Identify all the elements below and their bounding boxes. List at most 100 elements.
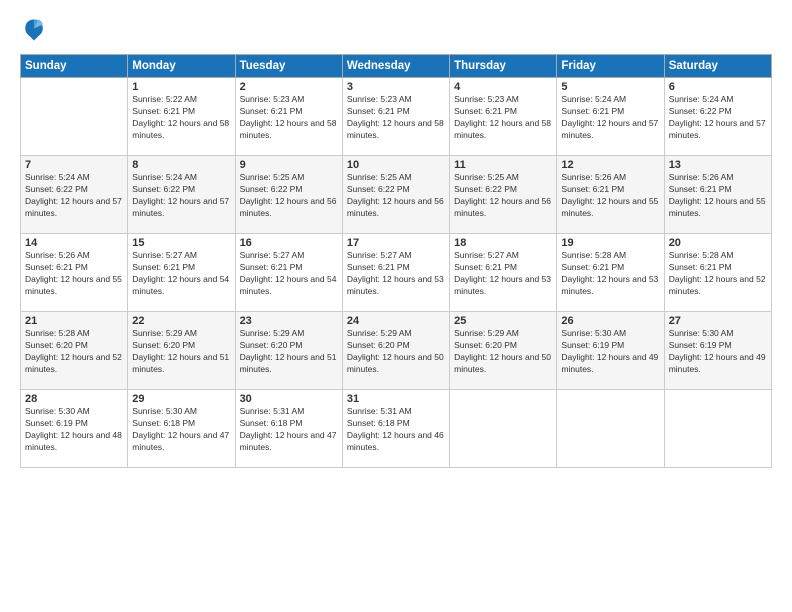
day-number: 7 [25, 159, 123, 171]
calendar-cell: 12Sunrise: 5:26 AMSunset: 6:21 PMDayligh… [557, 156, 664, 234]
cell-info: Sunrise: 5:29 AMSunset: 6:20 PMDaylight:… [132, 328, 230, 376]
day-number: 13 [669, 159, 767, 171]
day-number: 3 [347, 81, 445, 93]
cell-info: Sunrise: 5:25 AMSunset: 6:22 PMDaylight:… [454, 172, 552, 220]
weekday-header-row: SundayMondayTuesdayWednesdayThursdayFrid… [21, 55, 772, 78]
calendar-cell: 26Sunrise: 5:30 AMSunset: 6:19 PMDayligh… [557, 312, 664, 390]
weekday-header-wednesday: Wednesday [342, 55, 449, 78]
day-number: 14 [25, 237, 123, 249]
cell-info: Sunrise: 5:31 AMSunset: 6:18 PMDaylight:… [240, 406, 338, 454]
day-number: 5 [561, 81, 659, 93]
calendar-cell: 30Sunrise: 5:31 AMSunset: 6:18 PMDayligh… [235, 390, 342, 468]
cell-info: Sunrise: 5:26 AMSunset: 6:21 PMDaylight:… [669, 172, 767, 220]
day-number: 29 [132, 393, 230, 405]
calendar-cell: 23Sunrise: 5:29 AMSunset: 6:20 PMDayligh… [235, 312, 342, 390]
logo-icon [20, 16, 48, 44]
week-row-1: 7 Sunrise: 5:24 AMSunset: 6:22 PMDaylight… [21, 156, 772, 234]
cell-info: Sunrise: 5:30 AMSunset: 6:18 PMDaylight:… [132, 406, 230, 454]
cell-info: Sunrise: 5:27 AMSunset: 6:21 PMDaylight:… [454, 250, 552, 298]
calendar-cell [557, 390, 664, 468]
cell-info: Sunrise: 5:29 AMSunset: 6:20 PMDaylight:… [454, 328, 552, 376]
day-number: 2 [240, 81, 338, 93]
day-number: 25 [454, 315, 552, 327]
day-number: 12 [561, 159, 659, 171]
calendar-table: SundayMondayTuesdayWednesdayThursdayFrid… [20, 54, 772, 468]
cell-info: Sunrise: 5:26 AMSunset: 6:21 PMDaylight:… [25, 250, 123, 298]
cell-info: Sunrise: 5:24 AMSunset: 6:22 PMDaylight:… [132, 172, 230, 220]
calendar-cell: 21Sunrise: 5:28 AMSunset: 6:20 PMDayligh… [21, 312, 128, 390]
calendar-cell: 14Sunrise: 5:26 AMSunset: 6:21 PMDayligh… [21, 234, 128, 312]
day-number: 10 [347, 159, 445, 171]
calendar-cell [664, 390, 771, 468]
calendar-cell: 5Sunrise: 5:24 AMSunset: 6:21 PMDaylight… [557, 78, 664, 156]
cell-info: Sunrise: 5:29 AMSunset: 6:20 PMDaylight:… [347, 328, 445, 376]
header [20, 16, 772, 44]
day-number: 31 [347, 393, 445, 405]
day-number: 18 [454, 237, 552, 249]
calendar-cell [450, 390, 557, 468]
cell-info: Sunrise: 5:28 AMSunset: 6:20 PMDaylight:… [25, 328, 123, 376]
calendar-cell: 1Sunrise: 5:22 AMSunset: 6:21 PMDaylight… [128, 78, 235, 156]
calendar-cell: 28Sunrise: 5:30 AMSunset: 6:19 PMDayligh… [21, 390, 128, 468]
day-number: 16 [240, 237, 338, 249]
cell-info: Sunrise: 5:27 AMSunset: 6:21 PMDaylight:… [240, 250, 338, 298]
calendar-cell: 17Sunrise: 5:27 AMSunset: 6:21 PMDayligh… [342, 234, 449, 312]
cell-info: Sunrise: 5:28 AMSunset: 6:21 PMDaylight:… [669, 250, 767, 298]
day-number: 19 [561, 237, 659, 249]
day-number: 6 [669, 81, 767, 93]
day-number: 1 [132, 81, 230, 93]
calendar-cell [21, 78, 128, 156]
logo [20, 16, 52, 44]
calendar-cell: 3Sunrise: 5:23 AMSunset: 6:21 PMDaylight… [342, 78, 449, 156]
cell-info: Sunrise: 5:30 AMSunset: 6:19 PMDaylight:… [25, 406, 123, 454]
calendar-cell: 24Sunrise: 5:29 AMSunset: 6:20 PMDayligh… [342, 312, 449, 390]
day-number: 11 [454, 159, 552, 171]
week-row-4: 28Sunrise: 5:30 AMSunset: 6:19 PMDayligh… [21, 390, 772, 468]
cell-info: Sunrise: 5:30 AMSunset: 6:19 PMDaylight:… [561, 328, 659, 376]
cell-info: Sunrise: 5:25 AMSunset: 6:22 PMDaylight:… [347, 172, 445, 220]
day-number: 9 [240, 159, 338, 171]
weekday-header-monday: Monday [128, 55, 235, 78]
weekday-header-thursday: Thursday [450, 55, 557, 78]
week-row-0: 1Sunrise: 5:22 AMSunset: 6:21 PMDaylight… [21, 78, 772, 156]
cell-info: Sunrise: 5:31 AMSunset: 6:18 PMDaylight:… [347, 406, 445, 454]
weekday-header-saturday: Saturday [664, 55, 771, 78]
weekday-header-sunday: Sunday [21, 55, 128, 78]
calendar-cell: 7Sunrise: 5:24 AMSunset: 6:22 PMDaylight… [21, 156, 128, 234]
day-number: 27 [669, 315, 767, 327]
calendar-cell: 15Sunrise: 5:27 AMSunset: 6:21 PMDayligh… [128, 234, 235, 312]
calendar-cell: 4Sunrise: 5:23 AMSunset: 6:21 PMDaylight… [450, 78, 557, 156]
week-row-2: 14Sunrise: 5:26 AMSunset: 6:21 PMDayligh… [21, 234, 772, 312]
day-number: 24 [347, 315, 445, 327]
calendar-cell: 18Sunrise: 5:27 AMSunset: 6:21 PMDayligh… [450, 234, 557, 312]
calendar-cell: 9Sunrise: 5:25 AMSunset: 6:22 PMDaylight… [235, 156, 342, 234]
day-number: 4 [454, 81, 552, 93]
cell-info: Sunrise: 5:23 AMSunset: 6:21 PMDaylight:… [347, 94, 445, 142]
weekday-header-tuesday: Tuesday [235, 55, 342, 78]
cell-info: Sunrise: 5:25 AMSunset: 6:22 PMDaylight:… [240, 172, 338, 220]
day-number: 28 [25, 393, 123, 405]
calendar-cell: 11Sunrise: 5:25 AMSunset: 6:22 PMDayligh… [450, 156, 557, 234]
cell-info: Sunrise: 5:29 AMSunset: 6:20 PMDaylight:… [240, 328, 338, 376]
cell-info: Sunrise: 5:30 AMSunset: 6:19 PMDaylight:… [669, 328, 767, 376]
calendar-cell: 27Sunrise: 5:30 AMSunset: 6:19 PMDayligh… [664, 312, 771, 390]
calendar-cell: 22Sunrise: 5:29 AMSunset: 6:20 PMDayligh… [128, 312, 235, 390]
day-number: 23 [240, 315, 338, 327]
calendar-cell: 8Sunrise: 5:24 AMSunset: 6:22 PMDaylight… [128, 156, 235, 234]
cell-info: Sunrise: 5:26 AMSunset: 6:21 PMDaylight:… [561, 172, 659, 220]
calendar-cell: 29Sunrise: 5:30 AMSunset: 6:18 PMDayligh… [128, 390, 235, 468]
cell-info: Sunrise: 5:23 AMSunset: 6:21 PMDaylight:… [454, 94, 552, 142]
week-row-3: 21Sunrise: 5:28 AMSunset: 6:20 PMDayligh… [21, 312, 772, 390]
cell-info: Sunrise: 5:24 AMSunset: 6:21 PMDaylight:… [561, 94, 659, 142]
day-number: 22 [132, 315, 230, 327]
day-number: 30 [240, 393, 338, 405]
calendar-cell: 20Sunrise: 5:28 AMSunset: 6:21 PMDayligh… [664, 234, 771, 312]
weekday-header-friday: Friday [557, 55, 664, 78]
cell-info: Sunrise: 5:28 AMSunset: 6:21 PMDaylight:… [561, 250, 659, 298]
cell-info: Sunrise: 5:27 AMSunset: 6:21 PMDaylight:… [347, 250, 445, 298]
calendar-cell: 16Sunrise: 5:27 AMSunset: 6:21 PMDayligh… [235, 234, 342, 312]
day-number: 26 [561, 315, 659, 327]
day-number: 15 [132, 237, 230, 249]
cell-info: Sunrise: 5:22 AMSunset: 6:21 PMDaylight:… [132, 94, 230, 142]
day-number: 8 [132, 159, 230, 171]
